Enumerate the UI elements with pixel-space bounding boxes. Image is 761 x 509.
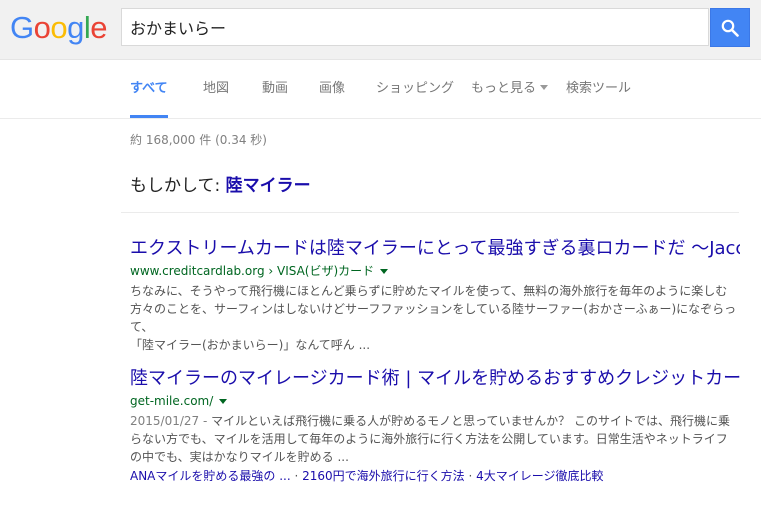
result-url-text: www.creditcardlab.org › VISA(ビザ)カード <box>130 264 375 278</box>
search-box[interactable] <box>121 8 709 46</box>
logo-letter: o <box>50 10 68 45</box>
snippet-line: 方々のことを、サーフィンはしないけどサーフファッションをしている陸サーファー(お… <box>130 302 737 334</box>
search-result: エクストリームカードは陸マイラーにとって最強すぎる裏ロカードだ 〜Jaccs .… <box>130 238 740 354</box>
result-url: www.creditcardlab.org › VISA(ビザ)カード <box>130 262 740 280</box>
result-snippet: 2015/01/27 - マイルといえば飛行機に乗る人が貯めるモノと思っていませ… <box>130 412 740 466</box>
logo-letter: G <box>10 10 34 45</box>
did-you-mean: もしかして: 陸マイラー <box>130 171 311 196</box>
search-tabs: すべて 地図 動画 画像 ショッピング もっと見る 検索ツール <box>0 60 761 119</box>
logo-letter: o <box>33 10 51 45</box>
snippet-line: ちなみに、そうやって飛行機にほとんど乗らずに貯めたマイルを使って、無料の海外旅行… <box>130 284 728 298</box>
divider <box>121 212 739 213</box>
sitelink[interactable]: 2160円で海外旅行に行く方法 <box>302 469 465 483</box>
tab-videos[interactable]: 動画 <box>262 60 288 117</box>
search-button[interactable] <box>710 8 750 47</box>
snippet-text: マイルといえば飛行機に乗る人が貯めるモノと思っていませんか？ このサイトでは、飛… <box>211 414 730 428</box>
result-stats: 約 168,000 件 (0.34 秒) <box>130 133 267 147</box>
sitelink[interactable]: ANAマイルを貯める最強の ... <box>130 469 291 483</box>
result-title-link[interactable]: エクストリームカードは陸マイラーにとって最強すぎる裏ロカードだ 〜Jaccs .… <box>130 238 740 260</box>
tab-maps[interactable]: 地図 <box>203 60 229 117</box>
header-bar: Google <box>0 0 761 60</box>
result-snippet: ちなみに、そうやって飛行機にほとんど乗らずに貯めたマイルを使って、無料の海外旅行… <box>130 282 740 354</box>
logo-letter: e <box>90 10 108 45</box>
result-title-link[interactable]: 陸マイラーのマイレージカード術 | マイルを貯めるおすすめクレジットカード <box>130 368 740 390</box>
tab-more[interactable]: もっと見る <box>471 60 549 117</box>
result-url: get-mile.com/ <box>130 392 740 410</box>
sitelink-separator: · <box>464 469 477 483</box>
did-you-mean-suggestion[interactable]: 陸マイラー <box>226 176 311 196</box>
did-you-mean-prefix: もしかして: <box>130 176 226 196</box>
search-result: 陸マイラーのマイレージカード術 | マイルを貯めるおすすめクレジットカード ge… <box>130 368 740 485</box>
tab-more-label: もっと見る <box>471 81 537 96</box>
url-dropdown-icon[interactable] <box>380 269 389 274</box>
google-logo[interactable]: Google <box>10 8 108 48</box>
result-date: 2015/01/27 - <box>130 414 212 428</box>
snippet-line: 「陸マイラー(おかまいらー)」なんて呼ん ... <box>130 338 371 352</box>
dropdown-arrow-icon <box>540 85 549 90</box>
search-input[interactable] <box>130 9 700 45</box>
result-url-text: get-mile.com/ <box>130 394 214 408</box>
snippet-line: の中でも、実はかなりマイルを貯める ... <box>130 450 349 464</box>
tab-all[interactable]: すべて <box>130 60 168 118</box>
sitelink-separator: · <box>290 469 303 483</box>
url-dropdown-icon[interactable] <box>219 399 228 404</box>
sitelink[interactable]: 4大マイレージ徹底比較 <box>476 469 603 483</box>
tab-shopping[interactable]: ショッピング <box>376 60 454 117</box>
snippet-line: らない方でも、マイルを活用して毎年のように海外旅行に行く方法を公開しています。日… <box>130 432 728 446</box>
tab-search-tools[interactable]: 検索ツール <box>566 60 631 117</box>
snippet-line: 2015/01/27 - マイルといえば飛行機に乗る人が貯めるモノと思っていませ… <box>130 412 740 430</box>
tab-images[interactable]: 画像 <box>319 60 345 117</box>
sitelinks: ANAマイルを貯める最強の ... · 2160円で海外旅行に行く方法 · 4大… <box>130 467 740 485</box>
logo-letter: g <box>67 10 84 45</box>
search-icon <box>721 19 739 37</box>
